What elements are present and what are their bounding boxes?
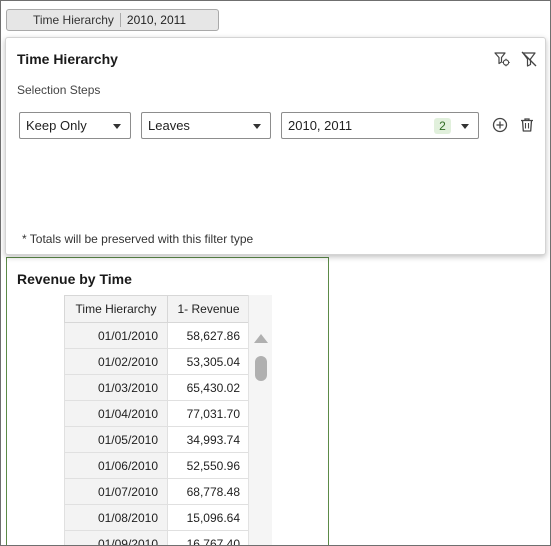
- clear-filter-icon[interactable]: [520, 50, 538, 68]
- chevron-down-icon: [253, 124, 261, 129]
- delete-icon[interactable]: [518, 116, 536, 134]
- chevron-down-icon: [113, 124, 121, 129]
- level-select[interactable]: Leaves: [141, 112, 271, 139]
- filter-pill-time-hierarchy[interactable]: Time Hierarchy 2010, 2011: [6, 9, 219, 31]
- revenue-cell[interactable]: 65,430.02: [167, 374, 250, 401]
- table-row: 01/01/2010 58,627.86: [64, 322, 250, 349]
- revenue-cell[interactable]: 52,550.96: [167, 452, 250, 479]
- operation-select-value: Keep Only: [26, 118, 87, 133]
- time-hierarchy-cell[interactable]: 01/06/2010: [64, 452, 168, 479]
- time-hierarchy-cell[interactable]: 01/04/2010: [64, 400, 168, 427]
- table-row: 01/05/2010 34,993.74: [64, 426, 250, 453]
- column-header-time-hierarchy[interactable]: Time Hierarchy: [64, 295, 168, 323]
- revenue-cell[interactable]: 77,031.70: [167, 400, 250, 427]
- time-hierarchy-cell[interactable]: 01/05/2010: [64, 426, 168, 453]
- filter-panel: Time Hierarchy Selection Steps Keep Only…: [5, 37, 546, 255]
- panel-title: Time Hierarchy: [17, 51, 118, 67]
- table-row: 01/07/2010 68,778.48: [64, 478, 250, 505]
- time-hierarchy-cell[interactable]: 01/09/2010: [64, 530, 168, 545]
- scroll-thumb[interactable]: [255, 356, 267, 381]
- members-select-value: 2010, 2011: [288, 118, 353, 133]
- members-select[interactable]: 2010, 2011 2: [281, 112, 479, 139]
- table-row: 01/08/2010 15,096.64: [64, 504, 250, 531]
- view-title: Revenue by Time: [17, 271, 132, 287]
- revenue-cell[interactable]: 16,767.40: [167, 530, 250, 545]
- filter-settings-icon[interactable]: [493, 50, 511, 68]
- level-select-value: Leaves: [148, 118, 190, 133]
- totals-footnote: * Totals will be preserved with this fil…: [22, 232, 254, 246]
- time-hierarchy-cell[interactable]: 01/01/2010: [64, 322, 168, 349]
- table-view: Revenue by Time Time Hierarchy 1- Revenu…: [6, 257, 329, 545]
- table-row: 01/02/2010 53,305.04: [64, 348, 250, 375]
- table-row: 01/06/2010 52,550.96: [64, 452, 250, 479]
- revenue-cell[interactable]: 15,096.64: [167, 504, 250, 531]
- column-header-revenue[interactable]: 1- Revenue: [167, 295, 250, 323]
- operation-select[interactable]: Keep Only: [19, 112, 131, 139]
- chevron-down-icon: [461, 124, 469, 129]
- app-frame: Time Hierarchy 2010, 2011 Revenue by Tim…: [0, 0, 551, 546]
- revenue-cell[interactable]: 68,778.48: [167, 478, 250, 505]
- scroll-up-arrow-icon[interactable]: [254, 334, 268, 343]
- selection-steps-label: Selection Steps: [17, 83, 101, 97]
- members-count-badge: 2: [434, 118, 451, 134]
- revenue-cell[interactable]: 34,993.74: [167, 426, 250, 453]
- time-hierarchy-cell[interactable]: 01/03/2010: [64, 374, 168, 401]
- filter-pill-value: 2010, 2011: [126, 13, 187, 27]
- revenue-cell[interactable]: 58,627.86: [167, 322, 250, 349]
- table-body: 01/01/2010 58,627.86 01/02/2010 53,305.04 01…: [64, 322, 250, 545]
- table-row: 01/04/2010 77,031.70: [64, 400, 250, 427]
- revenue-cell[interactable]: 53,305.04: [167, 348, 250, 375]
- revenue-table: Time Hierarchy 1- Revenue 01/01/2010 58,6…: [64, 295, 250, 545]
- table-row: 01/03/2010 65,430.02: [64, 374, 250, 401]
- table-row: 01/09/2010 16,767.40: [64, 530, 250, 545]
- vertical-scrollbar[interactable]: [248, 295, 272, 545]
- time-hierarchy-cell[interactable]: 01/08/2010: [64, 504, 168, 531]
- table-header-row: Time Hierarchy 1- Revenue: [64, 295, 250, 323]
- filter-pill-label: Time Hierarchy: [33, 13, 114, 27]
- time-hierarchy-cell[interactable]: 01/02/2010: [64, 348, 168, 375]
- time-hierarchy-cell[interactable]: 01/07/2010: [64, 478, 168, 505]
- add-step-icon[interactable]: [491, 116, 509, 134]
